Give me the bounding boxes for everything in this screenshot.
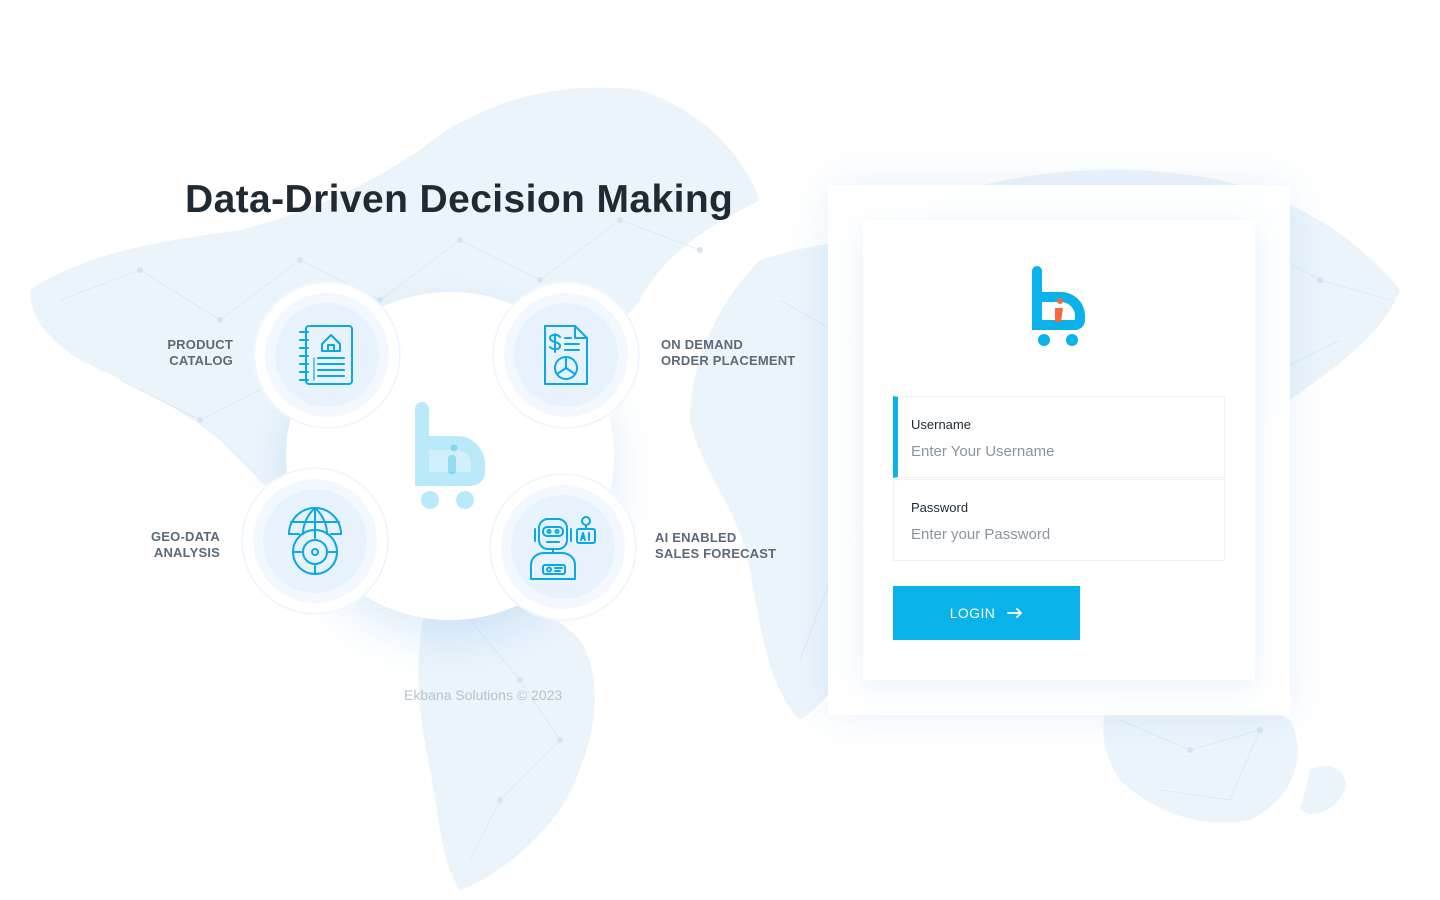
feature-label-geo-data: GEO-DATA ANALYSIS [151,529,220,560]
login-button-label: LOGIN [949,605,996,621]
login-page: Data-Driven Decision Making PRODUCT CATA… [0,0,1440,900]
catalog-notebook-icon [299,325,353,385]
feature-label-product-catalog: PRODUCT CATALOG [167,337,233,368]
feature-ai-forecast [490,474,636,620]
page-headline: Data-Driven Decision Making [185,178,734,221]
password-label: Password [911,500,969,515]
username-input[interactable] [911,443,1201,460]
ai-robot-icon [530,516,596,580]
password-input[interactable] [911,526,1201,543]
globe-target-icon [288,507,342,575]
username-field[interactable]: Username [893,396,1225,478]
feature-order-placement [493,282,639,428]
footer-copyright: Ekbana Solutions © 2023 [404,687,563,703]
login-button[interactable]: LOGIN [893,586,1080,640]
feature-product-catalog [254,282,400,428]
password-field[interactable]: Password [893,479,1225,561]
feature-geo-data [242,468,388,614]
hub-logo-icon [415,402,485,509]
feature-label-ai-forecast: AI ENABLED SALES FORECAST [655,530,777,561]
username-label: Username [911,417,971,432]
invoice-chart-icon [544,325,588,385]
cart-bi-logo-icon [1032,266,1085,346]
feature-label-order-placement: ON DEMAND ORDER PLACEMENT [661,337,796,368]
arrow-right-icon [1007,608,1023,618]
